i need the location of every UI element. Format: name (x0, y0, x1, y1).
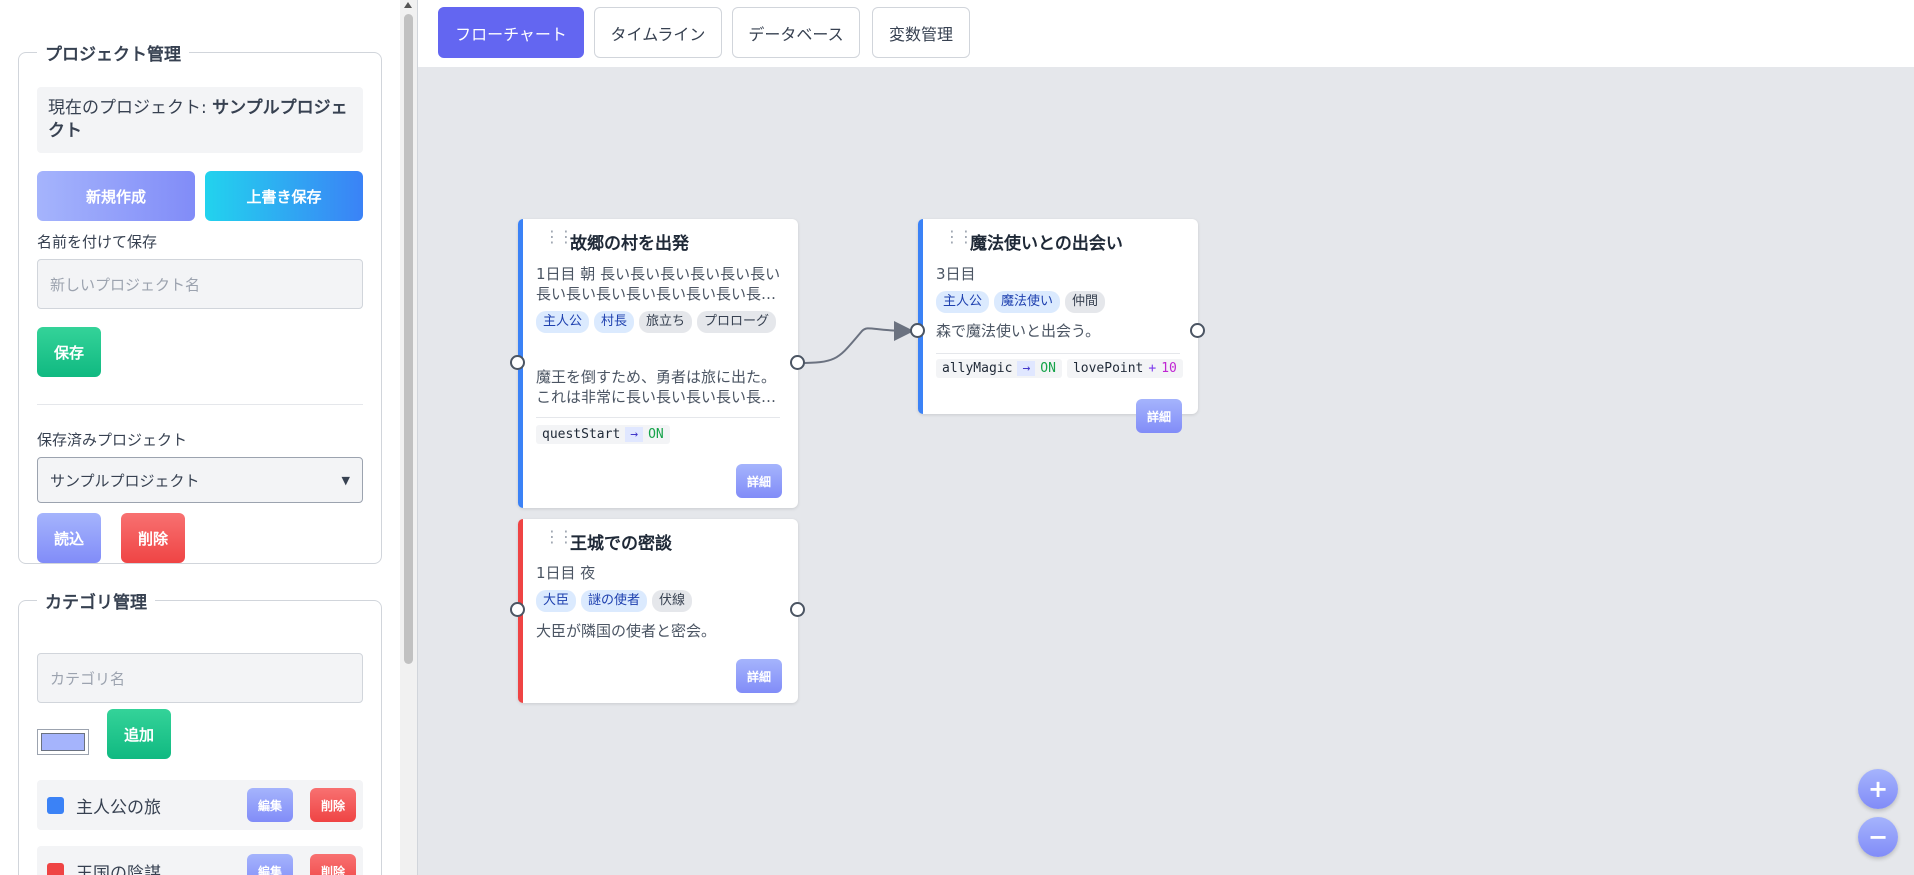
tag: 伏線 (652, 590, 693, 612)
node-variables: allyMagic → ON lovePoint +10 (936, 359, 1183, 378)
color-preview (41, 733, 85, 751)
variable-chip: lovePoint +10 (1066, 359, 1183, 378)
tag: 魔法使い (994, 291, 1061, 313)
node-title: 魔法使いとの出会い (970, 234, 1123, 254)
output-port[interactable] (790, 602, 805, 617)
chevron-down-icon: ▼ (341, 473, 350, 487)
input-port[interactable] (510, 355, 525, 370)
scroll-up-icon[interactable] (404, 2, 412, 8)
tab-flowchart[interactable]: フローチャート (438, 7, 584, 58)
node-description: 森で魔法使いと出会う。 (936, 322, 1101, 340)
tag: 謎の使者 (581, 590, 648, 612)
tag: プロローグ (697, 311, 777, 333)
category-color-picker[interactable] (37, 729, 89, 755)
category-item: 王国の陰謀 編集 削除 (37, 846, 363, 875)
project-name-input[interactable]: 新しいプロジェクト名 (37, 259, 363, 309)
tag: 村長 (594, 311, 635, 333)
category-panel-legend: カテゴリ管理 (45, 593, 147, 613)
node-description: 大臣が隣国の使者と密会。 (536, 622, 717, 640)
variable-op: → (1017, 361, 1036, 376)
zoom-in-button[interactable]: + (1858, 769, 1898, 809)
edit-category-button[interactable]: 編集 (247, 854, 293, 875)
node-time: 3日目 (936, 265, 976, 283)
project-panel: プロジェクト管理 現在のプロジェクト: サンプルプロジェクト 新規作成 上書き保… (18, 40, 382, 564)
variable-op: → (625, 427, 644, 442)
category-color-dot (47, 797, 64, 814)
category-name-input[interactable]: カテゴリ名 (37, 653, 363, 703)
project-panel-legend: プロジェクト管理 (45, 45, 181, 65)
category-color-dot (47, 863, 64, 875)
sidebar: プロジェクト管理 現在のプロジェクト: サンプルプロジェクト 新規作成 上書き保… (0, 0, 418, 875)
drag-handle-icon[interactable]: ⋮⋮ (544, 529, 574, 545)
node-time: 1日目 朝 長い長い長い長い長い長い長い長い長い長い長い長い長い長… (536, 265, 781, 303)
sidebar-scrollbar[interactable] (400, 0, 417, 875)
zoom-out-button[interactable]: − (1858, 817, 1898, 857)
detail-button[interactable]: 詳細 (1136, 399, 1182, 433)
divider (536, 417, 780, 418)
input-port[interactable] (910, 323, 925, 338)
variable-value: ON (648, 427, 664, 442)
scene-node[interactable]: ⋮⋮ 魔法使いとの出会い 3日目 主人公 魔法使い 仲間 森で魔法使いと出会う。… (918, 219, 1198, 414)
input-port[interactable] (510, 602, 525, 617)
overwrite-save-button[interactable]: 上書き保存 (205, 171, 363, 221)
divider (37, 404, 363, 405)
category-bar (918, 219, 923, 414)
save-as-label: 名前を付けて保存 (37, 233, 158, 251)
drag-handle-icon[interactable]: ⋮⋮ (544, 229, 574, 245)
tag: 旅立ち (639, 311, 693, 333)
variable-value: 10 (1161, 361, 1177, 376)
saved-projects-label: 保存済みプロジェクト (37, 431, 188, 449)
delete-category-button[interactable]: 削除 (310, 854, 356, 875)
node-tags: 主人公 村長 旅立ち プロローグ (536, 311, 790, 333)
category-item: 主人公の旅 編集 削除 (37, 780, 363, 830)
variable-chip: allyMagic → ON (936, 359, 1062, 378)
flowchart-canvas[interactable]: ⋮⋮ 故郷の村を出発 1日目 朝 長い長い長い長い長い長い長い長い長い長い長い長… (418, 69, 1914, 875)
divider (936, 353, 1180, 354)
tab-timeline[interactable]: タイムライン (594, 7, 722, 58)
delete-category-button[interactable]: 削除 (310, 788, 356, 822)
variable-name: allyMagic (942, 361, 1013, 376)
node-variables: questStart → ON (536, 425, 670, 444)
connection-line (797, 320, 914, 364)
drag-handle-icon[interactable]: ⋮⋮ (944, 229, 974, 245)
tag: 主人公 (536, 311, 590, 333)
delete-project-button[interactable]: 削除 (121, 513, 185, 563)
variable-chip: questStart → ON (536, 425, 670, 444)
tab-variables[interactable]: 変数管理 (872, 7, 970, 58)
load-button[interactable]: 読込 (37, 513, 101, 563)
edit-category-button[interactable]: 編集 (247, 788, 293, 822)
output-port[interactable] (1190, 323, 1205, 338)
category-name: 王国の陰謀 (76, 864, 161, 875)
save-button[interactable]: 保存 (37, 327, 101, 377)
variable-value: ON (1040, 361, 1056, 376)
node-title: 王城での密談 (570, 534, 672, 554)
output-port[interactable] (790, 355, 805, 370)
tag: 仲間 (1065, 291, 1106, 313)
scrollbar-thumb[interactable] (404, 14, 413, 664)
variable-name: lovePoint (1072, 361, 1144, 376)
current-project-prefix: 現在のプロジェクト: (48, 98, 213, 118)
node-time: 1日目 夜 (536, 564, 596, 582)
scene-node[interactable]: ⋮⋮ 王城での密談 1日目 夜 大臣 謎の使者 伏線 大臣が隣国の使者と密会。 … (518, 519, 798, 703)
node-description: 魔王を倒すため、勇者は旅に出た。これは非常に長い長い長い長い長… (536, 368, 777, 406)
selected-project: サンプルプロジェクト (50, 471, 200, 490)
detail-button[interactable]: 詳細 (736, 659, 782, 693)
detail-button[interactable]: 詳細 (736, 464, 782, 498)
scene-node[interactable]: ⋮⋮ 故郷の村を出発 1日目 朝 長い長い長い長い長い長い長い長い長い長い長い長… (518, 219, 798, 508)
node-title: 故郷の村を出発 (570, 234, 689, 254)
category-name: 主人公の旅 (76, 798, 161, 818)
saved-projects-select[interactable]: サンプルプロジェクト ▼ (37, 457, 363, 503)
tag: 大臣 (536, 590, 577, 612)
tag: 主人公 (936, 291, 990, 313)
add-category-button[interactable]: 追加 (107, 709, 171, 759)
category-panel: カテゴリ管理 カテゴリ名 追加 主人公の旅 編集 削除 王国の陰謀 編集 削除 (18, 588, 382, 875)
variable-op: + (1148, 361, 1157, 376)
current-project: 現在のプロジェクト: サンプルプロジェクト (37, 87, 363, 153)
tab-database[interactable]: データベース (732, 7, 860, 58)
node-tags: 主人公 魔法使い 仲間 (936, 291, 1190, 313)
new-project-button[interactable]: 新規作成 (37, 171, 195, 221)
node-tags: 大臣 謎の使者 伏線 (536, 590, 790, 612)
variable-name: questStart (542, 427, 621, 442)
tab-bar: フローチャート タイムライン データベース 変数管理 (418, 0, 1914, 68)
